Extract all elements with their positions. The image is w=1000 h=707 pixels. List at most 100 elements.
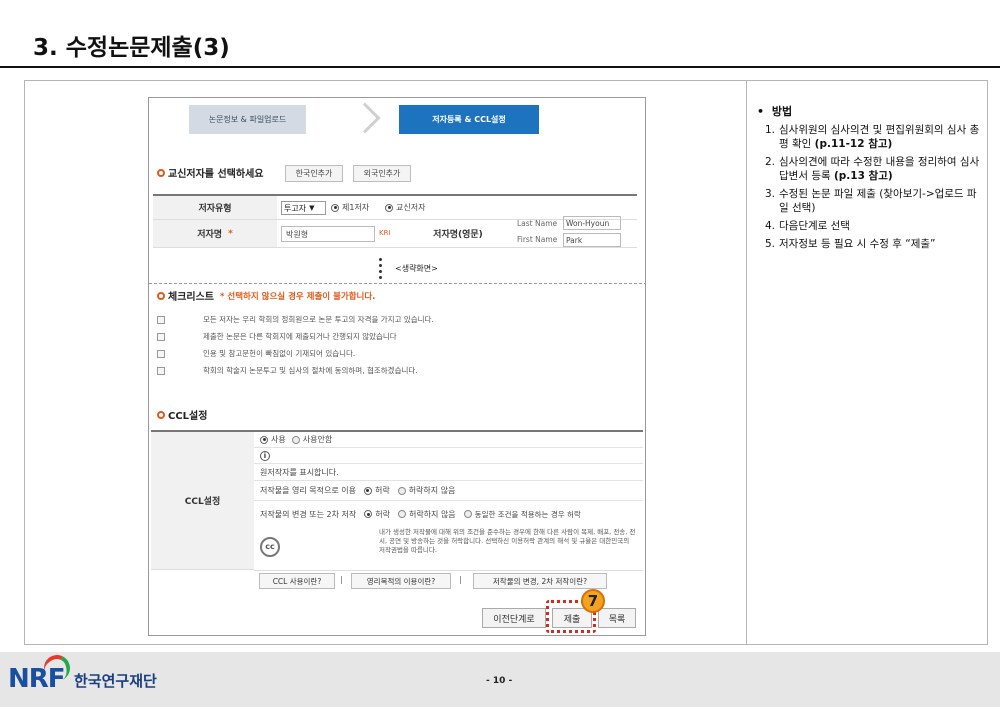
prev-step-button[interactable]: 이전단계로	[482, 608, 546, 628]
corresponding-author-label: 교신저자	[396, 203, 426, 212]
radio-checked-icon	[331, 203, 339, 212]
ccl-modification-label: 저작물의 변경 또는 2차 저작	[260, 509, 357, 519]
commercial-disallow-label: 허락하지 않음	[408, 486, 456, 495]
cc-logo-icon: cc	[260, 536, 280, 557]
bullet-circle-icon	[157, 291, 165, 300]
checklist-item[interactable]: 인용 및 참고문헌이 빠짐없이 기재되어 있습니다.	[157, 348, 355, 359]
page-number: - 10 -	[486, 676, 513, 686]
step-text: 저자정보 등 필요 시 수정 후 “제출”	[779, 238, 936, 250]
method-steps: 1. 심사위원의 심사의견 및 편집위원회의 심사 총평 확인 (p.11-12 …	[765, 123, 980, 255]
step-number: 1.	[765, 124, 776, 136]
checkbox[interactable]	[157, 366, 165, 375]
author-section-title-text: 교신저자를 선택하세요	[168, 169, 264, 180]
last-name-input[interactable]: Won-Hyoun	[563, 216, 621, 230]
step-text: 다음단계로 선택	[779, 220, 850, 232]
modification-info-button[interactable]: 저작물의 변경, 2차 저작이란?	[473, 573, 607, 589]
corresponding-author-radio[interactable]: 교신저자	[385, 202, 425, 213]
method-step: 5. 저자정보 등 필요 시 수정 후 “제출”	[765, 237, 980, 251]
step-number: 4.	[765, 220, 776, 232]
chevron-right-icon	[349, 102, 381, 134]
step-number: 2.	[765, 156, 776, 168]
step-number: 3.	[765, 188, 776, 200]
what-is-ccl-button[interactable]: CCL 사용이란?	[259, 573, 335, 589]
method-step: 3. 수정된 논문 파일 제출 (찾아보기->업로드 파일 선택)	[765, 187, 980, 215]
step-number: 5.	[765, 238, 776, 250]
bullet-circle-icon	[157, 410, 165, 419]
author-name-label-text: 저자명	[197, 230, 223, 240]
ccl-commercial-row: 저작물을 영리 목적으로 이용 허락 허락하지 않음	[254, 481, 643, 501]
radio-unchecked-icon[interactable]	[291, 435, 300, 444]
modification-allow-label: 허락	[375, 509, 390, 519]
radio-checked-icon	[385, 203, 393, 212]
list-button[interactable]: 목록	[598, 608, 636, 628]
checklist-item-text: 학회의 학술지 논문투고 및 심사의 절차에 동의하며, 협조하겠습니다.	[203, 366, 418, 375]
checklist-item[interactable]: 학회의 학술지 논문투고 및 심사의 절차에 동의하며, 협조하겠습니다.	[157, 365, 418, 376]
author-type-label: 저자유형	[153, 196, 277, 219]
omitted-screen-label: <생략화면>	[395, 264, 438, 273]
ccl-use-label: 사용	[271, 435, 286, 444]
method-title: 방법	[771, 105, 793, 118]
radio-checked-icon[interactable]	[260, 435, 268, 444]
checklist-item[interactable]: 제출한 논문은 다른 학회지에 제출되거나 간행되지 않았습니다	[157, 331, 397, 342]
radio-checked-icon[interactable]	[363, 486, 372, 495]
submission-screenshot: 논문정보 & 파일업로드 저자등록 & CCL설정 교신저자를 선택하세요 한국…	[148, 97, 646, 636]
checklist-title: 체크리스트 * 선택하지 않으실 경우 제출이 불가합니다.	[157, 288, 375, 303]
commercial-allow-label: 허락	[374, 486, 390, 495]
page-title: 3. 수정논문제출(3)	[33, 35, 230, 61]
radio-unchecked-icon[interactable]	[397, 510, 406, 518]
method-heading: • 방법	[757, 103, 792, 119]
first-author-radio[interactable]: 제1저자	[331, 202, 369, 213]
checklist-item[interactable]: 모든 저자는 우리 학회의 정회원으로 논문 투고의 자격을 가지고 있습니다.	[157, 314, 434, 325]
radio-checked-icon[interactable]	[364, 510, 373, 518]
step-reference: (p.13 참고)	[833, 170, 893, 182]
step-reference: (p.11-12 참고)	[814, 138, 893, 150]
bullet-circle-icon	[157, 168, 165, 177]
link-separator: |	[340, 575, 343, 584]
step-text: 수정된 논문 파일 제출 (찾아보기->업로드 파일 선택)	[779, 188, 977, 214]
modification-disallow-label: 허락하지 않음	[408, 509, 456, 519]
checkbox[interactable]	[157, 349, 165, 358]
ccl-row-divider	[254, 570, 643, 571]
author-name-label: 저자명 *	[153, 220, 277, 247]
column-divider	[746, 80, 747, 645]
add-korean-author-button[interactable]: 한국인추가	[285, 165, 343, 182]
method-step: 2. 심사의견에 따라 수정한 내용을 정리하여 심사답변서 등록 (p.13 참…	[765, 155, 980, 183]
ccl-notice: 내가 생성한 저작물에 대해 위의 조건을 준수하는 경우에 한해 다른 사람이…	[379, 528, 636, 554]
checkbox[interactable]	[157, 315, 165, 324]
radio-unchecked-icon[interactable]	[463, 510, 472, 518]
radio-unchecked-icon[interactable]	[397, 486, 406, 495]
info-icon: i	[260, 450, 270, 461]
ccl-attribution-row: 원저작자를 표시합니다.	[254, 464, 643, 481]
chevron-down-icon: ▼	[309, 204, 315, 212]
method-bullet: •	[757, 105, 765, 118]
first-name-input[interactable]: Park	[563, 233, 621, 247]
ccl-modification-row: 저작물의 변경 또는 2차 저작 허락 허락하지 않음 동일한 조건을 적용하는…	[254, 501, 643, 527]
checklist-title-text: 체크리스트	[168, 292, 214, 303]
author-type-select-value: 투고자	[284, 203, 307, 213]
ccl-section-title-text: CCL설정	[168, 411, 208, 422]
checklist-item-text: 인용 및 참고문헌이 빠짐없이 기재되어 있습니다.	[203, 349, 356, 358]
organization-name: 한국연구재단	[74, 672, 157, 690]
wizard-step-author-ccl[interactable]: 저자등록 & CCL설정	[399, 105, 539, 134]
author-type-select[interactable]: 투고자 ▼	[281, 201, 326, 215]
method-step: 1. 심사위원의 심사의견 및 편집위원회의 심사 총평 확인 (p.11-12 …	[765, 123, 980, 151]
author-section-title: 교신저자를 선택하세요	[157, 165, 263, 180]
first-author-label: 제1저자	[342, 203, 370, 212]
commercial-use-info-button[interactable]: 영리목적의 이용이란?	[351, 573, 451, 589]
nrf-logo: NRF	[8, 664, 66, 694]
kri-link[interactable]: KRI	[379, 229, 391, 237]
add-foreign-author-button[interactable]: 외국인추가	[353, 165, 411, 182]
ccl-settings-table: CCL설정 사용 사용안함 i 원저작자를 표시합니다. 저작물을 영리 목적으…	[151, 430, 643, 589]
author-name-row: 저자명 * 박원형 KRI 저자명(영문) Last Name Won-Hyou…	[153, 216, 637, 248]
wizard-step-paper-info[interactable]: 논문정보 & 파일업로드	[189, 105, 306, 134]
author-name-input[interactable]: 박원형	[281, 226, 375, 242]
author-form: 저자유형 투고자 ▼ 제1저자 교신저자 저자명 * 박원형 KRI 저자명(영…	[153, 194, 637, 248]
modification-same-condition-label: 동일한 조건을 적용하는 경우 허락	[474, 509, 581, 519]
title-divider	[0, 66, 1000, 68]
creative-commons-icon: cc	[260, 534, 280, 557]
ccl-settings-label: CCL설정	[151, 432, 254, 570]
checkbox[interactable]	[157, 332, 165, 341]
eng-name-label: 저자명(영문)	[403, 220, 513, 247]
ccl-section-title: CCL설정	[157, 407, 207, 422]
ccl-info-row: i	[254, 448, 643, 464]
